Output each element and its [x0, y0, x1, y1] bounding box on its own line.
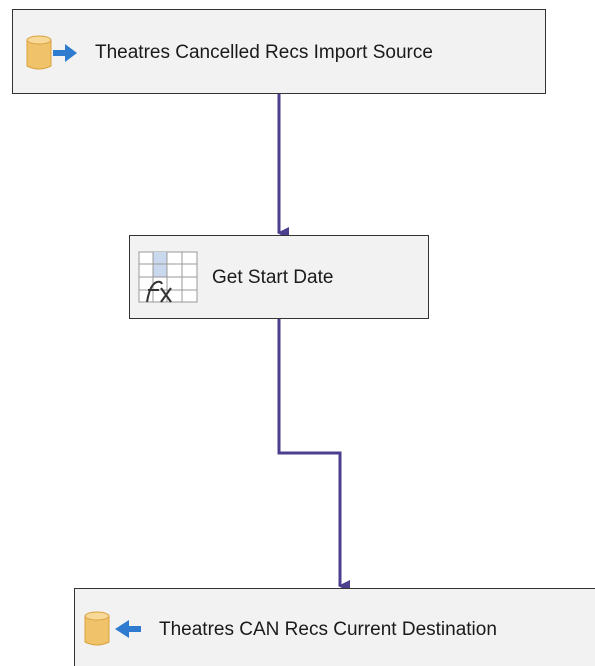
- derived-column-node[interactable]: Get Start Date: [129, 235, 429, 319]
- connector-derived-to-destination[interactable]: [277, 319, 350, 592]
- destination-node[interactable]: Theatres CAN Recs Current Destination: [74, 588, 595, 666]
- database-destination-icon: [84, 611, 141, 646]
- data-flow-canvas: Theatres Cancelled Recs Import Source Ge…: [0, 0, 595, 666]
- source-node[interactable]: Theatres Cancelled Recs Import Source: [12, 9, 546, 94]
- connectors-layer: [277, 94, 350, 592]
- source-node-label: Theatres Cancelled Recs Import Source: [95, 42, 433, 63]
- derived-column-node-label: Get Start Date: [212, 267, 334, 288]
- derived-column-fx-icon: [138, 251, 198, 303]
- destination-node-label: Theatres CAN Recs Current Destination: [159, 619, 497, 640]
- database-source-icon: [26, 35, 77, 70]
